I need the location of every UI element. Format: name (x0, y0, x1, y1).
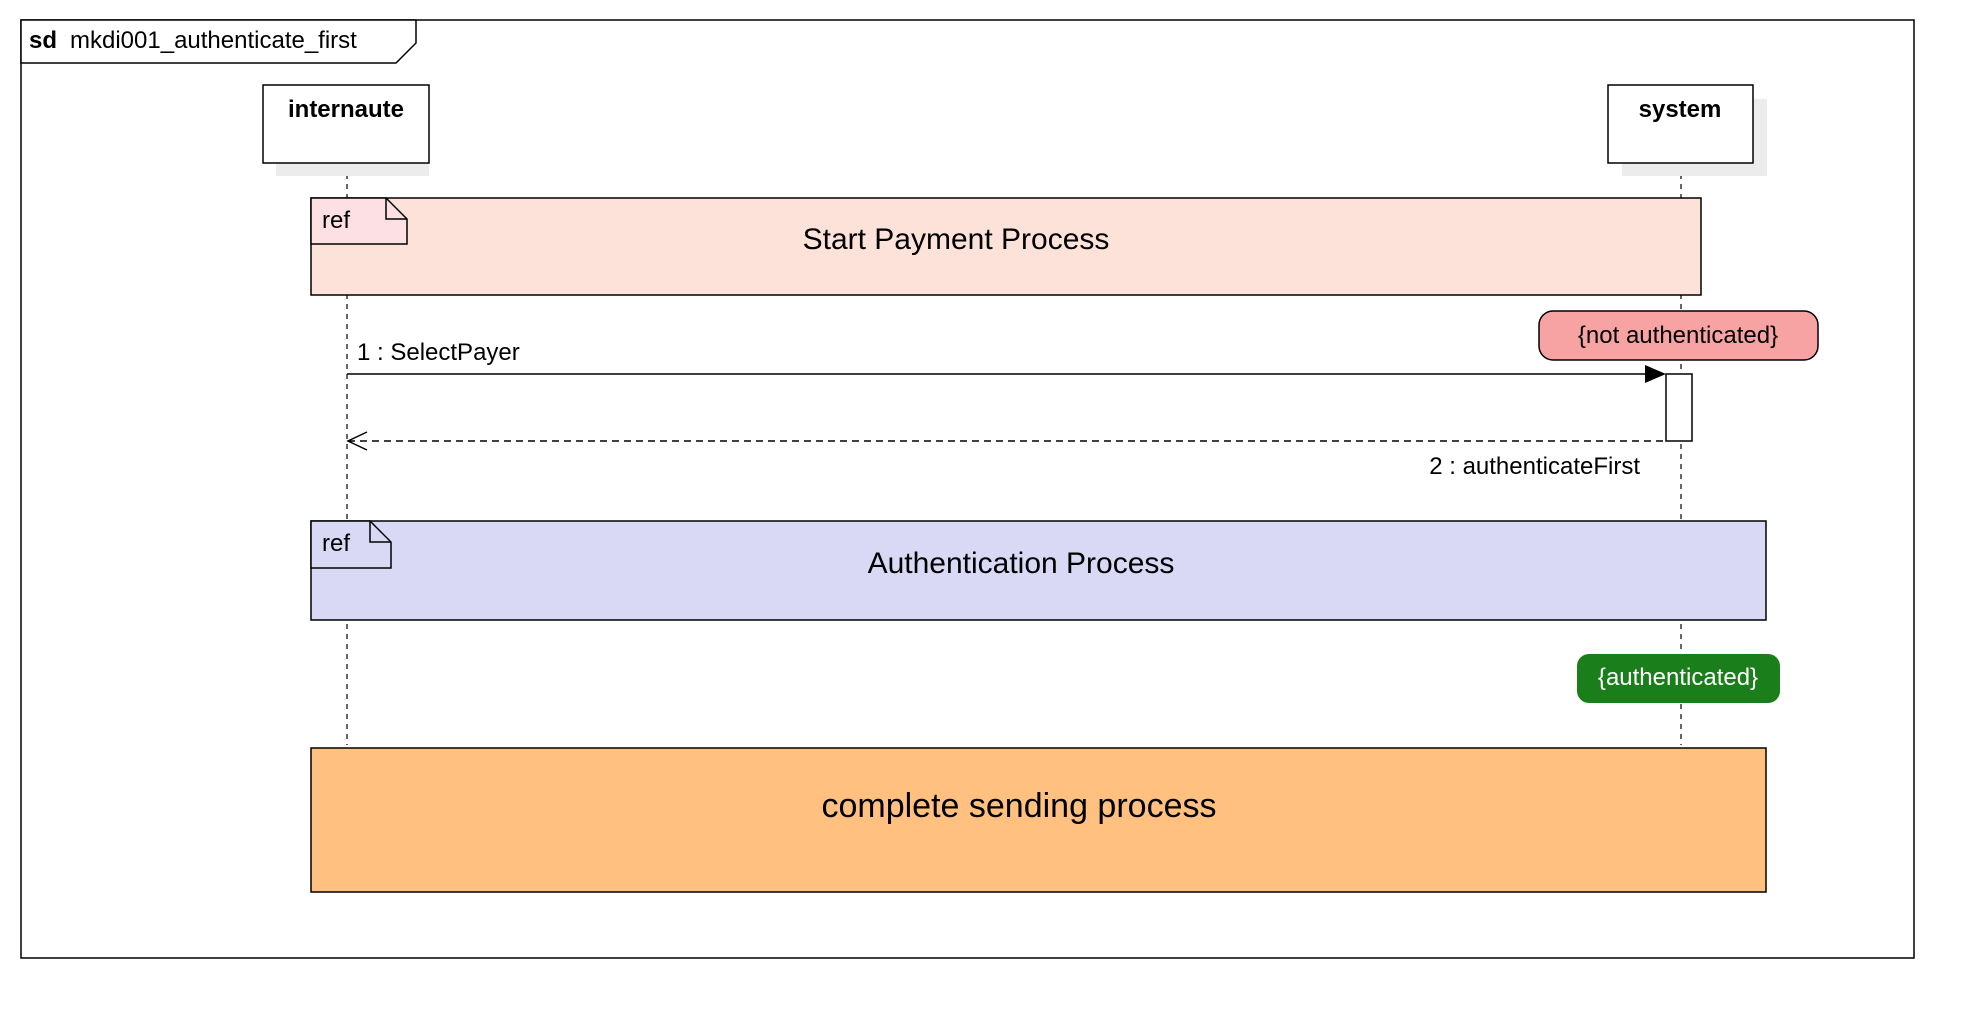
ref-tag-label-authentication: ref (322, 530, 350, 557)
activation-bar-system (1665, 373, 1693, 442)
ref-fragment-label-start-payment: Start Payment Process (803, 223, 1110, 256)
frame-keyword: sd (29, 27, 57, 54)
message-select-payer-label: 1 : SelectPayer (357, 339, 520, 366)
fragment-complete-sending-label: complete sending process (821, 787, 1216, 825)
sequence-diagram: sd mkdi001_authenticate_first internaute… (20, 19, 1915, 959)
state-not-authenticated-label: {not authenticated} (1578, 322, 1778, 349)
message-authenticate-first-label: 2 : authenticateFirst (1429, 453, 1640, 480)
ref-fragment-label-authentication: Authentication Process (868, 547, 1175, 580)
ref-tag-label-start-payment: ref (322, 207, 350, 234)
frame-title: mkdi001_authenticate_first (70, 27, 357, 54)
state-authenticated-label: {authenticated} (1598, 664, 1758, 691)
lifeline-label-system: system (1639, 96, 1722, 123)
lifeline-label-internaute: internaute (288, 96, 404, 123)
